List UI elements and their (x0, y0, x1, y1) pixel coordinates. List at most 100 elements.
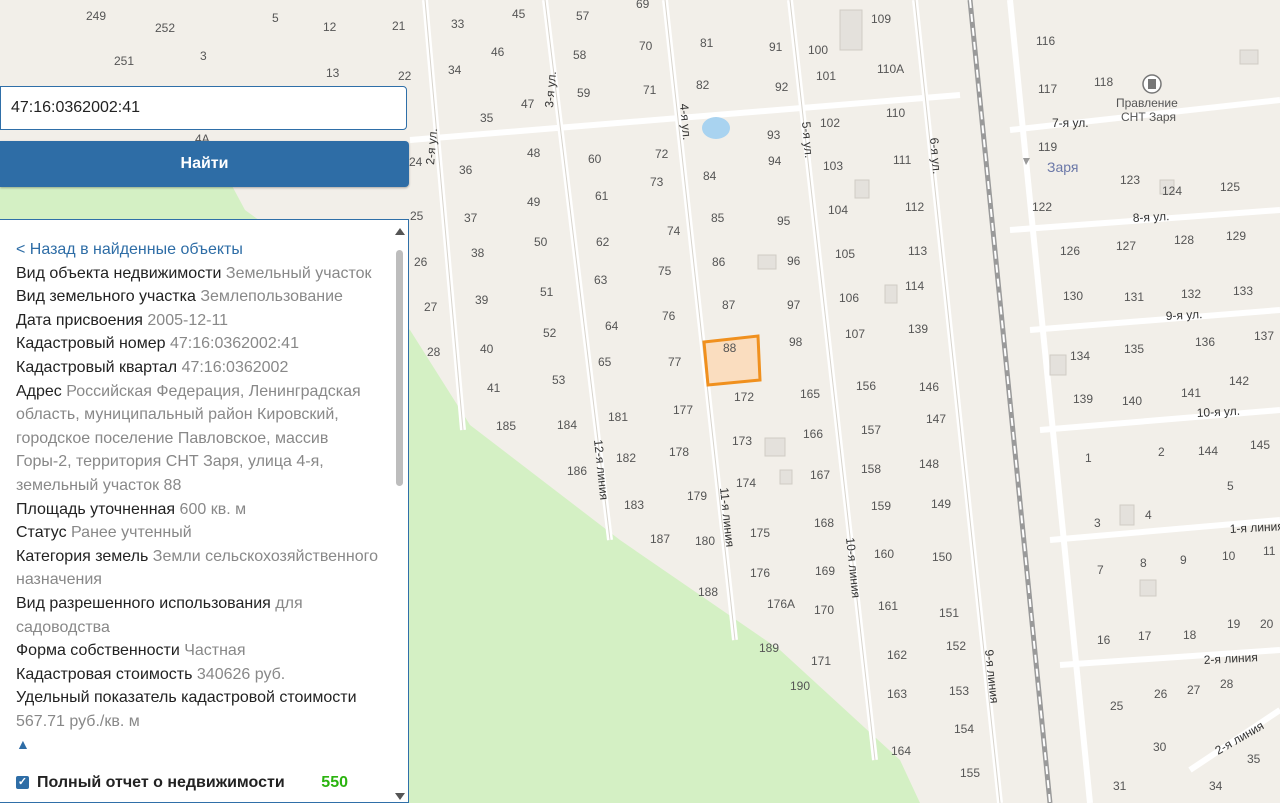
svg-text:37: 37 (464, 211, 478, 225)
field-value: 340626 руб. (196, 665, 286, 683)
svg-text:25: 25 (410, 209, 424, 223)
field-value: Частная (184, 642, 246, 660)
svg-text:28: 28 (1220, 677, 1234, 691)
svg-text:190: 190 (790, 679, 810, 693)
svg-text:49: 49 (527, 195, 541, 209)
svg-text:129: 129 (1226, 229, 1246, 243)
field-value: 600 кв. м (179, 500, 247, 518)
svg-text:61: 61 (595, 189, 609, 203)
panel-scrollbar[interactable] (394, 228, 406, 800)
svg-text:58: 58 (573, 48, 587, 62)
svg-text:139: 139 (908, 322, 928, 336)
checkbox-checked-icon[interactable]: ✓ (16, 776, 29, 790)
field-address: Адрес Российская Федерация, Ленинградска… (16, 380, 378, 498)
svg-text:39: 39 (475, 293, 489, 307)
field-label: Вид объекта недвижимости (16, 264, 222, 282)
svg-text:57: 57 (576, 9, 590, 23)
svg-text:88: 88 (723, 341, 737, 355)
svg-text:60: 60 (588, 152, 602, 166)
svg-text:118: 118 (1094, 75, 1113, 89)
svg-text:184: 184 (557, 418, 577, 432)
svg-text:100: 100 (808, 43, 828, 57)
street-label-9: 9-я ул. (1165, 307, 1202, 323)
svg-text:27: 27 (1187, 683, 1201, 697)
back-to-results-link[interactable]: < Назад в найденные объекты (16, 241, 243, 258)
svg-text:149: 149 (931, 497, 951, 511)
svg-text:47: 47 (521, 97, 535, 111)
field-cadastral-quarter: Кадастровый квартал 47:16:0362002 (16, 356, 378, 380)
field-label: Площадь уточненная (16, 500, 176, 518)
svg-text:63: 63 (594, 273, 608, 287)
street-label-8: 8-я ул. (1132, 209, 1169, 225)
svg-text:5: 5 (1227, 479, 1234, 493)
svg-text:101: 101 (816, 69, 836, 83)
svg-text:252: 252 (155, 21, 175, 35)
svg-text:26: 26 (1154, 687, 1168, 701)
svg-text:187: 187 (650, 532, 670, 546)
svg-text:87: 87 (722, 298, 736, 312)
field-value: Земельный участок (225, 264, 372, 282)
svg-text:147: 147 (926, 412, 946, 426)
scrollbar-thumb[interactable] (396, 250, 403, 486)
svg-text:122: 122 (1032, 200, 1052, 214)
field-label: Кадастровый номер (16, 335, 166, 353)
svg-text:170: 170 (814, 603, 834, 617)
info-panel-content: < Назад в найденные объекты Вид объекта … (16, 238, 378, 795)
svg-text:151: 151 (939, 606, 959, 620)
field-label: Удельный показатель кадастровой стоимост… (16, 689, 357, 707)
svg-text:102: 102 (820, 116, 840, 130)
svg-text:70: 70 (639, 39, 653, 53)
svg-text:85: 85 (711, 211, 725, 225)
cadastral-search-input[interactable] (0, 86, 407, 130)
search-button[interactable]: Найти (0, 141, 409, 187)
field-label: Вид земельного участка (16, 288, 196, 306)
svg-text:116: 116 (1036, 34, 1055, 48)
svg-text:152: 152 (946, 639, 966, 653)
svg-text:125: 125 (1220, 180, 1240, 194)
svg-text:33: 33 (451, 17, 465, 31)
svg-text:28: 28 (427, 345, 441, 359)
field-value: 2005-12-11 (147, 311, 229, 329)
field-label: Адрес (16, 382, 62, 400)
svg-text:73: 73 (650, 175, 664, 189)
svg-text:2: 2 (1158, 445, 1165, 459)
field-label: Кадастровая стоимость (16, 665, 193, 683)
svg-text:94: 94 (768, 154, 782, 168)
street-label-10: 10-я ул. (1196, 404, 1240, 420)
poi-name-line1: Правление (1116, 96, 1178, 110)
field-value: 567.71 руб./кв. м (16, 712, 140, 730)
svg-text:19: 19 (1227, 617, 1241, 631)
full-report-option[interactable]: ✓ Полный отчет о недвижимости 550 (16, 771, 378, 795)
svg-text:24: 24 (409, 155, 423, 169)
svg-text:16: 16 (1097, 633, 1111, 647)
svg-text:137: 137 (1254, 329, 1274, 343)
settlement-label: Заря (1047, 159, 1078, 175)
svg-text:123: 123 (1120, 173, 1140, 187)
field-label: Кадастровый квартал (16, 358, 178, 376)
scroll-down-arrow-icon[interactable] (395, 793, 405, 800)
svg-text:3: 3 (1094, 516, 1101, 530)
svg-text:20: 20 (1260, 617, 1274, 631)
svg-text:178: 178 (669, 445, 689, 459)
svg-text:112: 112 (905, 200, 924, 214)
collapse-up-icon[interactable]: ▲ (16, 736, 30, 752)
svg-text:173: 173 (732, 434, 752, 448)
svg-text:12: 12 (323, 20, 337, 34)
svg-text:176: 176 (750, 566, 770, 580)
svg-text:52: 52 (543, 326, 557, 340)
svg-text:177: 177 (673, 403, 693, 417)
svg-text:1: 1 (1085, 451, 1092, 465)
svg-text:174: 174 (736, 476, 756, 490)
field-cadastral-number: Кадастровый номер 47:16:0362002:41 (16, 332, 378, 356)
svg-text:91: 91 (769, 40, 783, 54)
svg-text:98: 98 (789, 335, 803, 349)
field-value: Землепользование (200, 288, 343, 306)
field-permitted-use: Вид разрешенного использования для садов… (16, 592, 378, 639)
svg-text:163: 163 (887, 687, 907, 701)
poi-name-line2: СНТ Заря (1121, 110, 1176, 124)
scroll-up-arrow-icon[interactable] (395, 228, 405, 235)
svg-text:166: 166 (803, 427, 823, 441)
svg-text:168: 168 (814, 516, 834, 530)
svg-text:64: 64 (605, 319, 619, 333)
svg-text:139: 139 (1073, 392, 1093, 406)
